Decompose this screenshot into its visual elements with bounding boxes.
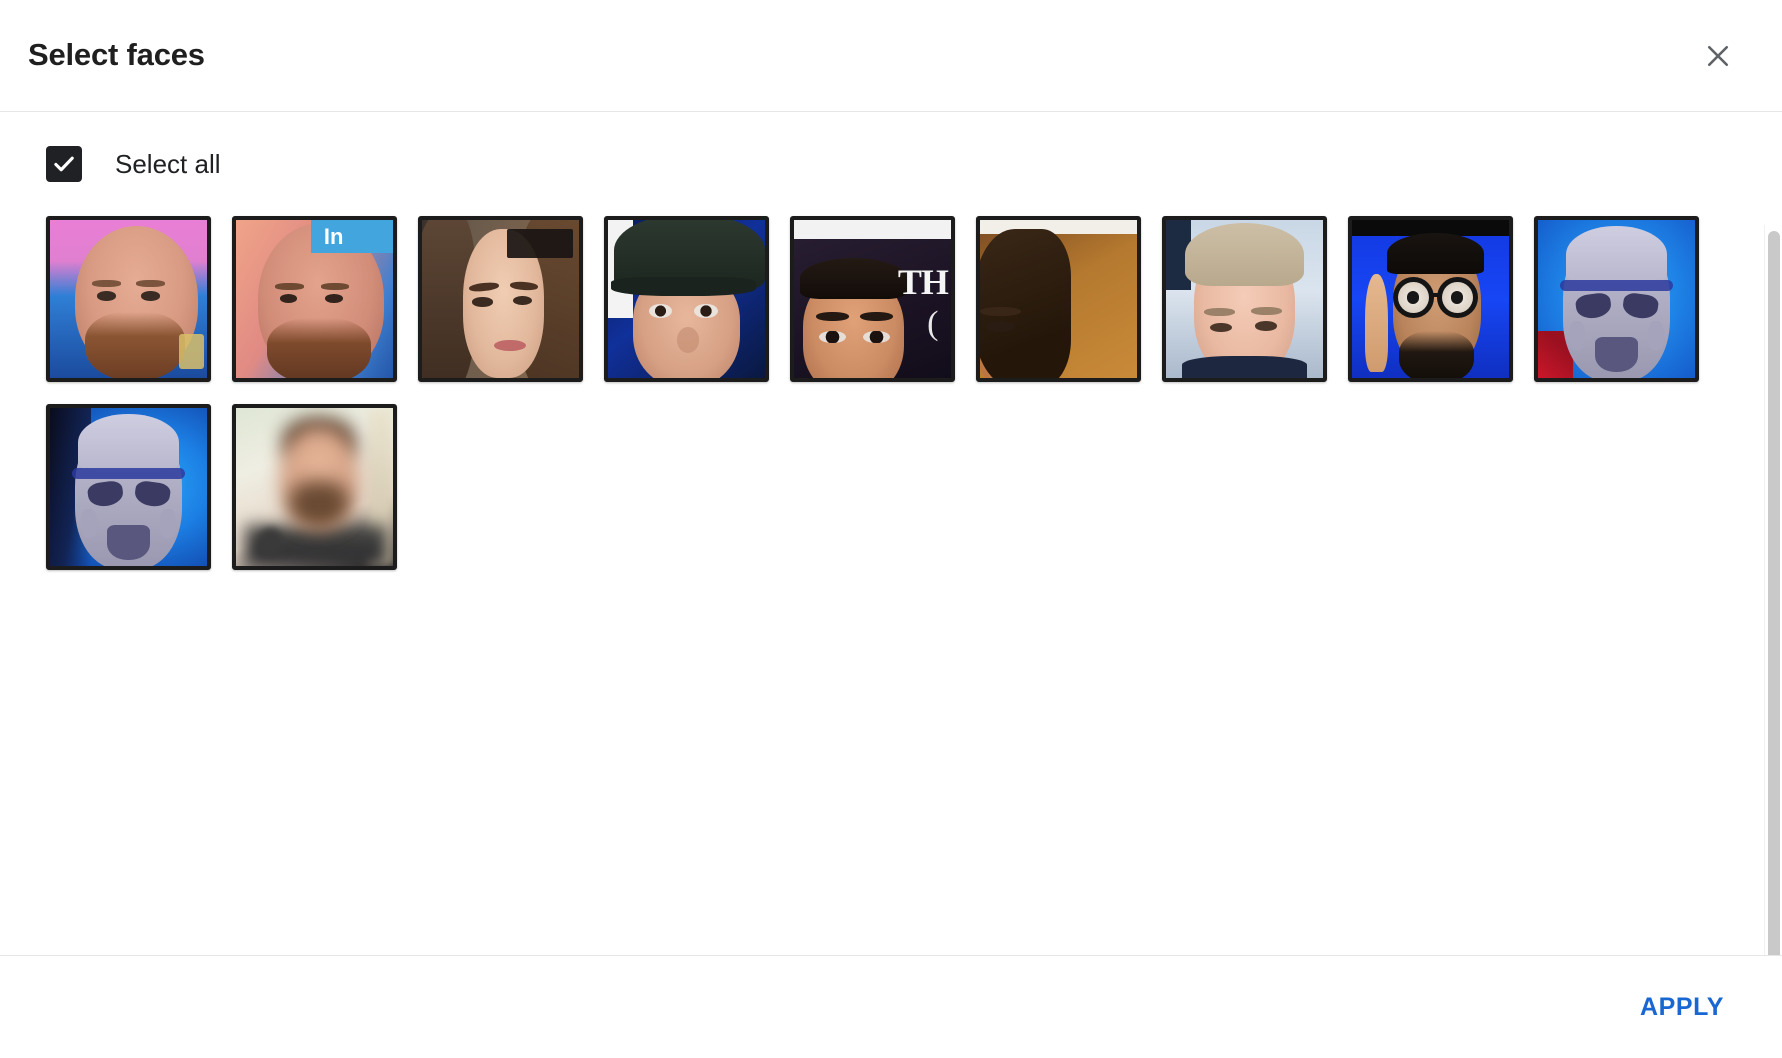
face-thumbnail-4[interactable] — [604, 216, 769, 382]
apply-button[interactable]: APPLY — [1630, 983, 1734, 1032]
face-cell — [418, 216, 604, 404]
face-cell — [1534, 216, 1720, 404]
face-cell — [1348, 216, 1534, 404]
face-image-10 — [50, 408, 207, 566]
face-image-1 — [50, 220, 207, 378]
page-title: Select faces — [28, 37, 205, 72]
face-image-5: TH ( — [794, 220, 951, 378]
face-thumbnail-1[interactable] — [46, 216, 211, 382]
face-image-8 — [1352, 220, 1509, 378]
face-grid: In TH ( — [46, 216, 1742, 592]
face-image-3 — [422, 220, 579, 378]
vertical-scrollbar-track[interactable] — [1764, 225, 1782, 955]
face-image-9 — [1538, 220, 1695, 378]
face-thumbnail-5[interactable]: TH ( — [790, 216, 955, 382]
close-icon — [1703, 41, 1733, 71]
select-all-checkbox[interactable] — [46, 146, 82, 182]
face-thumbnail-8[interactable] — [1348, 216, 1513, 382]
face-cell — [46, 216, 232, 404]
select-all-row[interactable]: Select all — [46, 142, 266, 186]
face-image-2: In — [236, 220, 393, 378]
dialog-footer: APPLY — [0, 956, 1782, 1058]
dialog-header: Select faces — [0, 0, 1782, 112]
face-cell: TH ( — [790, 216, 976, 404]
face-cell — [1162, 216, 1348, 404]
face-image-6 — [980, 220, 1137, 378]
dialog-body: Select all In TH ( — [0, 112, 1782, 956]
face-cell: In — [232, 216, 418, 404]
close-button[interactable] — [1694, 32, 1742, 80]
face-image-4 — [608, 220, 765, 378]
face-thumbnail-9[interactable] — [1534, 216, 1699, 382]
face-thumbnail-2[interactable]: In — [232, 216, 397, 382]
thumbnail-overlay-text: TH — [897, 262, 949, 303]
face-thumbnail-11[interactable] — [232, 404, 397, 570]
vertical-scrollbar-thumb[interactable] — [1768, 231, 1780, 955]
select-all-label: Select all — [115, 149, 221, 179]
face-cell — [232, 404, 418, 592]
thumbnail-overlay-text: In — [323, 223, 344, 249]
dialog-body-content: Select all In TH ( — [0, 112, 1782, 592]
face-cell — [46, 404, 232, 592]
face-cell — [976, 216, 1162, 404]
select-faces-dialog: Select faces Select all In TH (APPLY — [0, 0, 1782, 1058]
face-image-11 — [236, 408, 393, 566]
thumbnail-overlay-banner: In — [311, 220, 393, 254]
thumbnail-overlay-paren: ( — [927, 305, 939, 343]
face-thumbnail-10[interactable] — [46, 404, 211, 570]
checkmark-icon — [51, 151, 77, 177]
face-cell — [604, 216, 790, 404]
face-thumbnail-6[interactable] — [976, 216, 1141, 382]
face-image-7 — [1166, 220, 1323, 378]
face-thumbnail-3[interactable] — [418, 216, 583, 382]
face-thumbnail-7[interactable] — [1162, 216, 1327, 382]
